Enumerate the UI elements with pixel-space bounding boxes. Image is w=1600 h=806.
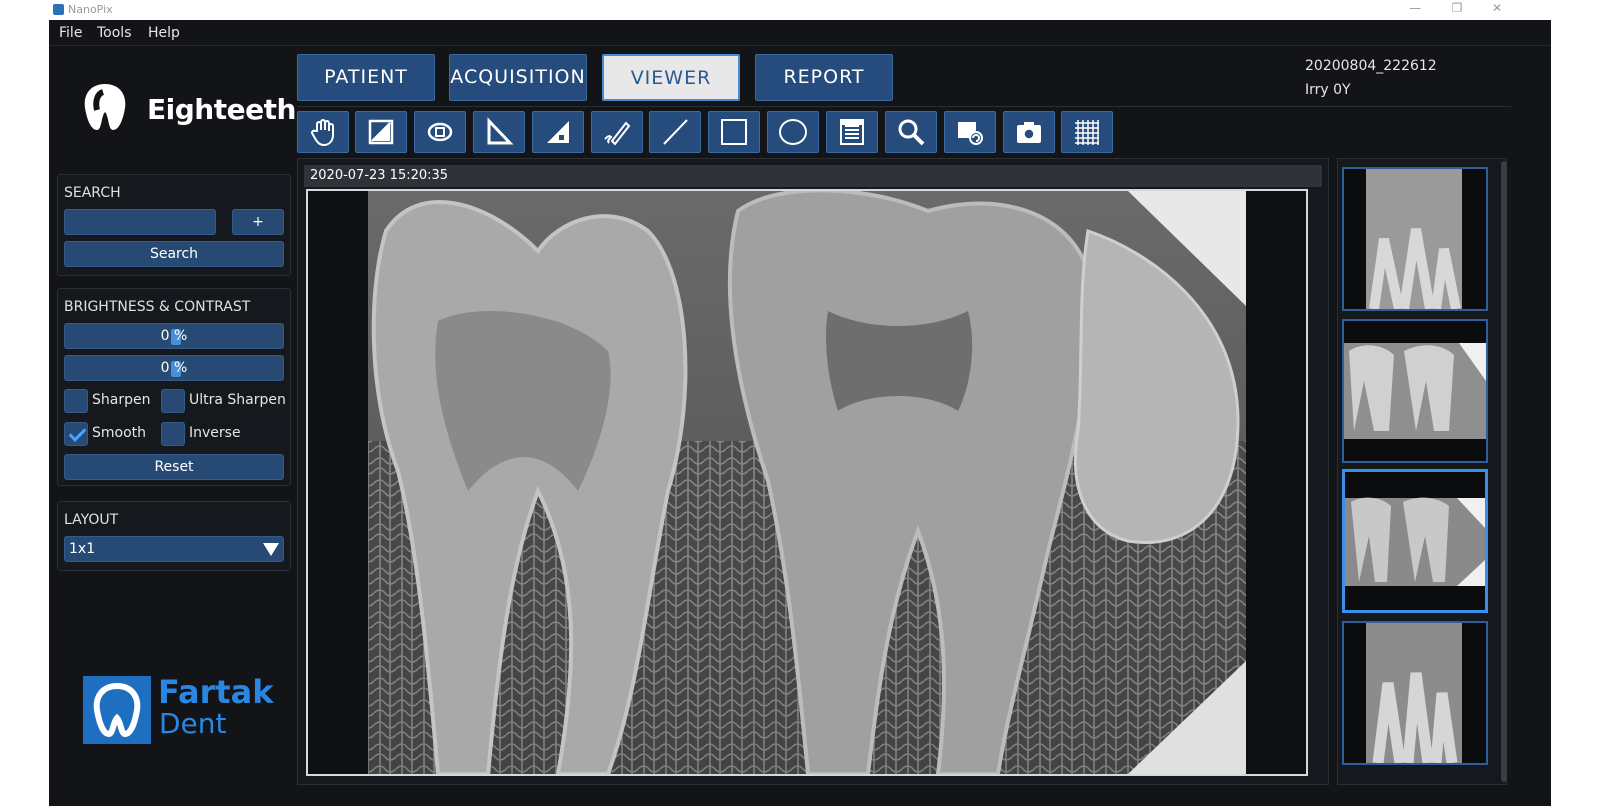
copy-rotate-icon (958, 122, 983, 145)
window-level-tool-button[interactable] (355, 111, 407, 153)
pen-tool-button[interactable] (591, 111, 643, 153)
smooth-checkbox[interactable] (64, 422, 88, 446)
window-level-icon (368, 119, 394, 145)
menu-bar: File Tools Help (49, 20, 1551, 46)
angle-tool-button[interactable] (473, 111, 525, 153)
thumbnail-strip (1337, 158, 1507, 785)
smooth-label: Smooth (92, 425, 147, 441)
xray-image[interactable] (306, 189, 1308, 776)
brightness-contrast-panel: BRIGHTNESS & CONTRAST 0 % 0 % Sharpen Ul… (57, 288, 291, 486)
text-note-tool-button[interactable] (826, 111, 878, 153)
rotate-tool-button[interactable] (414, 111, 466, 153)
fartak-dent-watermark: Fartak Dent (83, 671, 283, 751)
tab-report[interactable]: REPORT (755, 54, 893, 101)
window-title: NanoPix (68, 3, 113, 16)
layout-selected-value: 1x1 (69, 541, 96, 557)
contrast-slider[interactable]: 0 % (64, 355, 284, 381)
tab-patient[interactable]: PATIENT (297, 54, 435, 101)
app-icon (53, 4, 64, 15)
xray-thumbnail-3 (1345, 472, 1485, 610)
grid-tool-button[interactable] (1061, 111, 1113, 153)
patient-id: 20200804_222612 (1305, 58, 1437, 74)
restore-icon[interactable]: ❐ (1447, 1, 1467, 15)
patient-name-age: Irry 0Y (1305, 82, 1351, 98)
search-panel: SEARCH + Search (57, 174, 291, 276)
minimize-icon[interactable]: — (1405, 1, 1425, 15)
inverse-checkbox[interactable] (161, 422, 185, 446)
ultra-sharpen-label: Ultra Sharpen (189, 392, 286, 408)
text-note-icon (840, 119, 864, 145)
layout-title: LAYOUT (64, 512, 119, 528)
copy-rotate-tool-button[interactable] (944, 111, 996, 153)
toolbar-divider (297, 106, 1511, 107)
add-search-button[interactable]: + (232, 209, 284, 235)
tab-acquisition[interactable]: ACQUISITION (449, 54, 587, 101)
angle-icon (487, 117, 514, 145)
close-icon[interactable]: ✕ (1487, 1, 1507, 15)
reset-button[interactable]: Reset (64, 454, 284, 480)
sharpen-label: Sharpen (92, 392, 151, 408)
rotate-icon (427, 122, 453, 142)
thumbnail-1[interactable] (1342, 167, 1488, 311)
tooth-watermark-icon (93, 682, 141, 738)
brand-name: Eighteeth (147, 93, 296, 126)
ultra-sharpen-checkbox[interactable] (161, 389, 185, 413)
rectangle-tool-button[interactable] (708, 111, 760, 153)
image-timestamp: 2020-07-23 15:20:35 (310, 168, 449, 183)
menu-file[interactable]: File (59, 25, 82, 41)
area-tool-button[interactable] (532, 111, 584, 153)
search-input[interactable] (64, 209, 216, 235)
pan-icon (311, 119, 334, 147)
thumbnail-scrollbar[interactable] (1501, 161, 1507, 782)
zoom-tool-button[interactable] (885, 111, 937, 153)
dental-xray-picture (308, 191, 1306, 774)
fartak-tooth-logo (83, 676, 151, 744)
watermark-line1: Fartak (158, 673, 274, 711)
inverse-label: Inverse (189, 425, 241, 441)
line-icon (663, 119, 688, 145)
pan-tool-button[interactable] (297, 111, 349, 153)
brightness-slider[interactable]: 0 % (64, 323, 284, 349)
dropdown-arrow-icon[interactable] (263, 543, 279, 556)
xray-thumbnail-4 (1344, 623, 1486, 763)
layout-panel: LAYOUT 1x1 (57, 501, 291, 571)
grid-icon (1075, 120, 1099, 145)
viewer-header: 2020-07-23 15:20:35 (304, 165, 1322, 187)
contrast-value: 0 % (160, 360, 188, 376)
tooth-logo-icon (84, 84, 126, 130)
camera-icon (1017, 122, 1041, 143)
brand-logo: Eighteeth (81, 82, 296, 142)
window-titlebar: NanoPix — ❐ ✕ (49, 0, 1551, 20)
layout-select[interactable]: 1x1 (64, 536, 284, 562)
xray-thumbnail-2 (1344, 321, 1486, 461)
menu-help[interactable]: Help (148, 25, 180, 41)
thumbnail-3-selected[interactable] (1342, 469, 1488, 613)
menu-tools[interactable]: Tools (97, 25, 132, 41)
search-button[interactable]: Search (64, 241, 284, 267)
app-window: File Tools Help Eighteeth SEARCH + Searc… (49, 20, 1551, 806)
rectangle-icon (721, 119, 747, 145)
thumbnail-2[interactable] (1342, 319, 1488, 463)
line-tool-button[interactable] (649, 111, 701, 153)
ellipse-icon (779, 119, 807, 145)
sharpen-checkbox[interactable] (64, 389, 88, 413)
zoom-icon (898, 119, 925, 146)
pen-icon (604, 121, 631, 146)
tab-viewer[interactable]: VIEWER (602, 54, 740, 101)
image-viewer: 2020-07-23 15:20:35 (297, 158, 1329, 785)
snapshot-tool-button[interactable] (1003, 111, 1055, 153)
watermark-line2: Dent (159, 707, 227, 740)
brightness-value: 0 % (160, 328, 188, 344)
thumbnail-4[interactable] (1342, 621, 1488, 765)
brightness-contrast-title: BRIGHTNESS & CONTRAST (64, 299, 251, 315)
measure-area-icon (547, 121, 569, 143)
search-title: SEARCH (64, 185, 121, 201)
xray-thumbnail-1 (1344, 169, 1486, 309)
ellipse-tool-button[interactable] (767, 111, 819, 153)
left-sidebar: Eighteeth SEARCH + Search BRIGHTNESS & C… (49, 47, 299, 806)
